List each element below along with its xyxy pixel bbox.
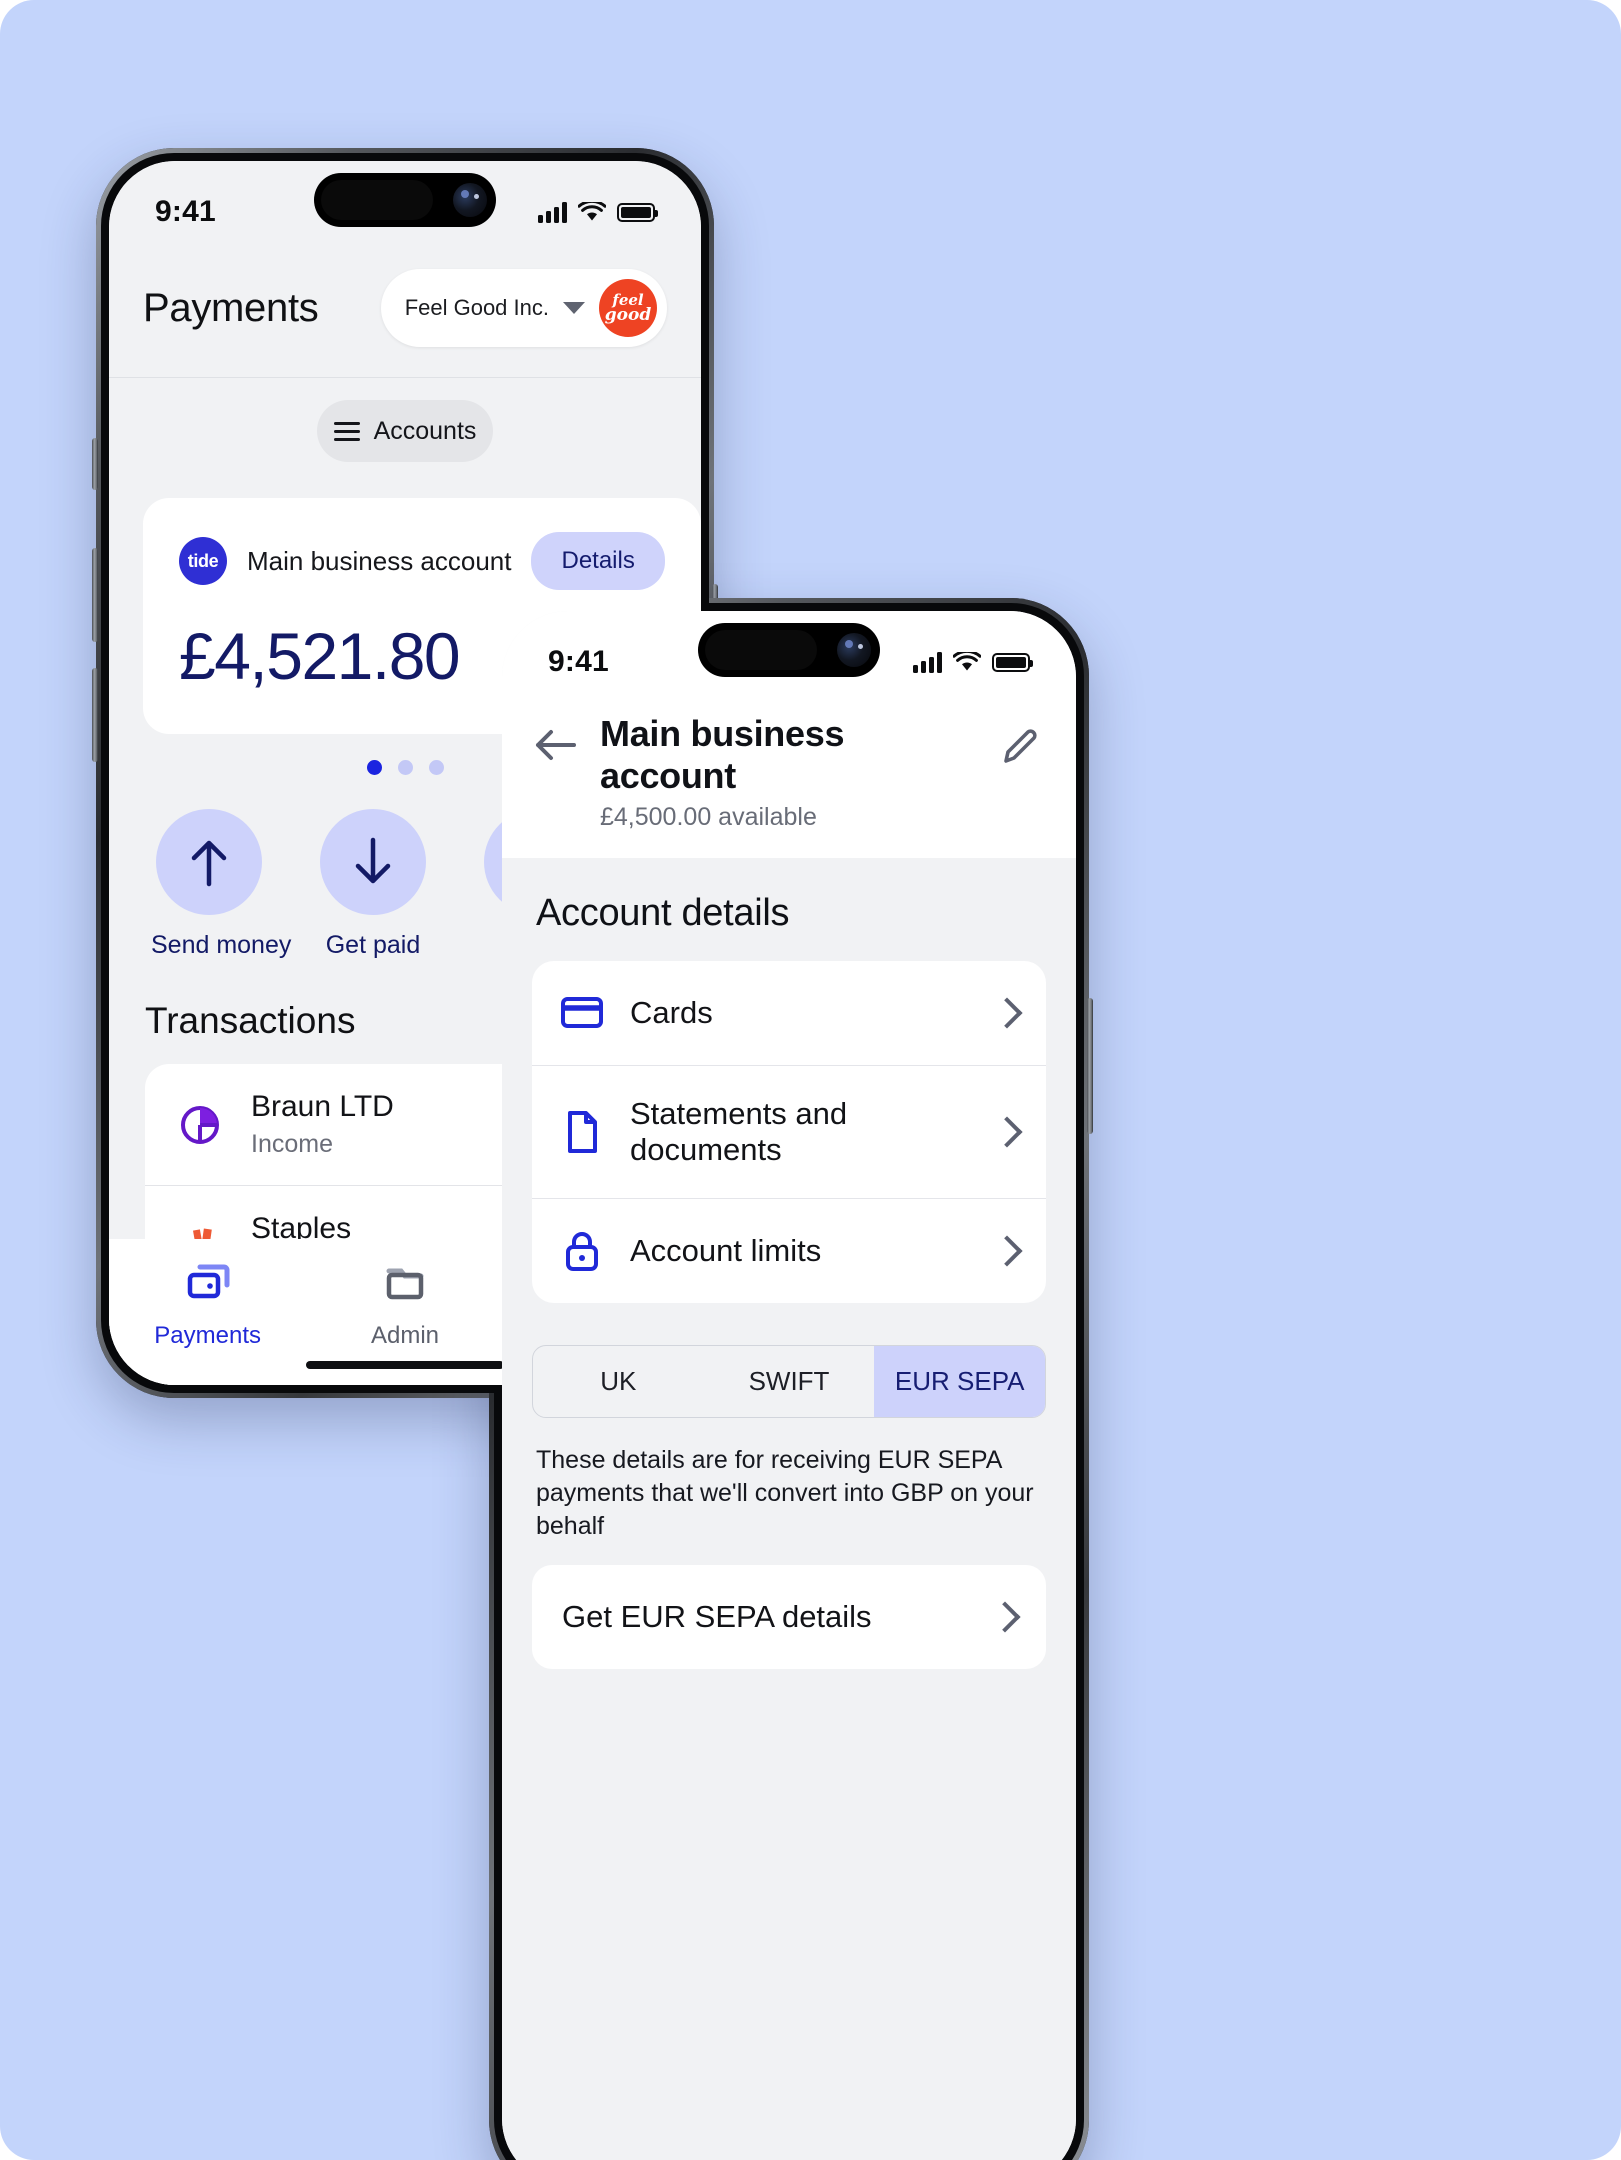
cellular-bars-icon <box>913 651 942 673</box>
page-title: Main business account <box>600 713 845 796</box>
list-item-label: Cards <box>630 995 713 1030</box>
pager-dot-1[interactable] <box>366 760 382 775</box>
lock-icon <box>560 1229 604 1273</box>
dynamic-island <box>314 173 496 227</box>
front-camera-icon <box>453 183 487 217</box>
list-item-label: Statements and documents <box>630 1096 848 1167</box>
available-balance: £4,500.00 available <box>600 803 817 831</box>
status-time: 9:41 <box>155 195 216 228</box>
volume-down-button[interactable] <box>92 668 98 762</box>
list-item-label: Account limits <box>630 1233 822 1268</box>
phone-account-details: 9:41 Main business account £4,500.00 ava… <box>485 598 1093 2160</box>
account-details-card: Cards Statements and documents Account l… <box>532 961 1046 1303</box>
list-item-account-limits[interactable]: Account limits <box>532 1199 1046 1303</box>
action-label: Send money <box>151 931 292 959</box>
chevron-right-icon <box>989 1601 1021 1633</box>
tide-logo-icon: tide <box>179 537 227 585</box>
get-eur-sepa-details-button[interactable]: Get EUR SEPA details <box>532 1565 1046 1669</box>
status-time: 9:41 <box>548 645 609 678</box>
details-button[interactable]: Details <box>531 532 665 590</box>
action-send-money[interactable]: Send money <box>151 809 292 960</box>
home-indicator[interactable] <box>306 1361 504 1369</box>
payments-header: Payments Feel Good Inc. feel good <box>109 257 701 378</box>
folder-icon <box>386 1268 424 1300</box>
sepa-description: These details are for receiving EUR SEPA… <box>536 1446 1034 1540</box>
pie-chart-icon <box>175 1100 225 1150</box>
accounts-chip-label: Accounts <box>373 416 477 445</box>
tab-label: Payments <box>154 1322 262 1349</box>
wifi-icon <box>578 201 606 220</box>
balance-card-top: tide Main business account Details <box>179 532 665 590</box>
status-bar-b: 9:41 <box>502 611 1076 707</box>
avatar: feel good <box>599 279 657 337</box>
battery-full-icon <box>992 652 1033 672</box>
transaction-category: Income <box>251 1130 333 1158</box>
arrow-left-icon[interactable] <box>532 725 578 771</box>
cta-label: Get EUR SEPA details <box>562 1599 872 1634</box>
chevron-right-icon <box>991 997 1023 1029</box>
volume-up-button[interactable] <box>92 548 98 642</box>
arrow-up-icon <box>156 809 262 915</box>
account-details-body: Account details Cards Statements and doc… <box>502 858 1076 2160</box>
screen-account-details: 9:41 Main business account £4,500.00 ava… <box>502 611 1076 2160</box>
island-pill <box>321 180 433 220</box>
list-item-cards[interactable]: Cards <box>532 961 1046 1066</box>
arrow-down-icon <box>320 809 426 915</box>
tab-admin[interactable]: Admin <box>306 1261 503 1350</box>
status-indicators <box>538 201 658 223</box>
account-name: Main business account <box>247 545 512 576</box>
chevron-down-icon <box>563 302 585 314</box>
avatar-line-2: good <box>604 305 652 326</box>
wifi-icon <box>953 651 981 670</box>
pager-dot-2[interactable] <box>397 760 413 775</box>
segment-swift[interactable]: SWIFT <box>704 1346 875 1417</box>
document-icon <box>560 1110 604 1154</box>
front-camera-icon <box>837 633 871 667</box>
account-header-text: Main business account £4,500.00 availabl… <box>600 713 976 832</box>
status-indicators <box>913 651 1033 673</box>
account-header: Main business account £4,500.00 availabl… <box>502 707 1076 858</box>
segment-uk[interactable]: UK <box>533 1346 704 1417</box>
pencil-icon[interactable] <box>998 725 1044 771</box>
segment-eur-sepa[interactable]: EUR SEPA <box>874 1346 1045 1417</box>
page-title: Payments <box>143 285 319 330</box>
chevron-right-icon <box>991 1235 1023 1267</box>
status-bar-a: 9:41 <box>109 161 701 257</box>
tab-payments[interactable]: Payments <box>109 1261 306 1350</box>
credit-card-icon <box>560 991 604 1035</box>
power-button[interactable] <box>1087 998 1093 1134</box>
mute-switch[interactable] <box>92 438 98 490</box>
list-icon <box>333 421 360 441</box>
tab-label: Admin <box>370 1322 439 1349</box>
dynamic-island <box>698 623 880 677</box>
accounts-filter-chip[interactable]: Accounts <box>317 400 493 462</box>
wallet-icon <box>187 1264 230 1299</box>
pager-dot-3[interactable] <box>428 760 444 775</box>
island-pill <box>705 630 817 670</box>
poster-canvas: 9:41 Payments Feel Good Inc. feel good A… <box>0 0 1621 2160</box>
org-name-label: Feel Good Inc. <box>404 295 549 320</box>
action-get-paid[interactable]: Get paid <box>315 809 431 960</box>
org-switcher[interactable]: Feel Good Inc. feel good <box>380 269 667 347</box>
payment-rail-segmented-control[interactable]: UK SWIFT EUR SEPA <box>532 1345 1046 1418</box>
cellular-bars-icon <box>538 201 567 223</box>
action-label: Get paid <box>325 931 421 959</box>
transaction-name: Braun LTD <box>251 1090 394 1123</box>
chevron-right-icon <box>991 1116 1023 1148</box>
transaction-text: Braun LTD Income <box>251 1090 394 1159</box>
list-item-statements[interactable]: Statements and documents <box>532 1066 1046 1199</box>
battery-full-icon <box>617 202 658 222</box>
section-title: Account details <box>536 892 790 934</box>
